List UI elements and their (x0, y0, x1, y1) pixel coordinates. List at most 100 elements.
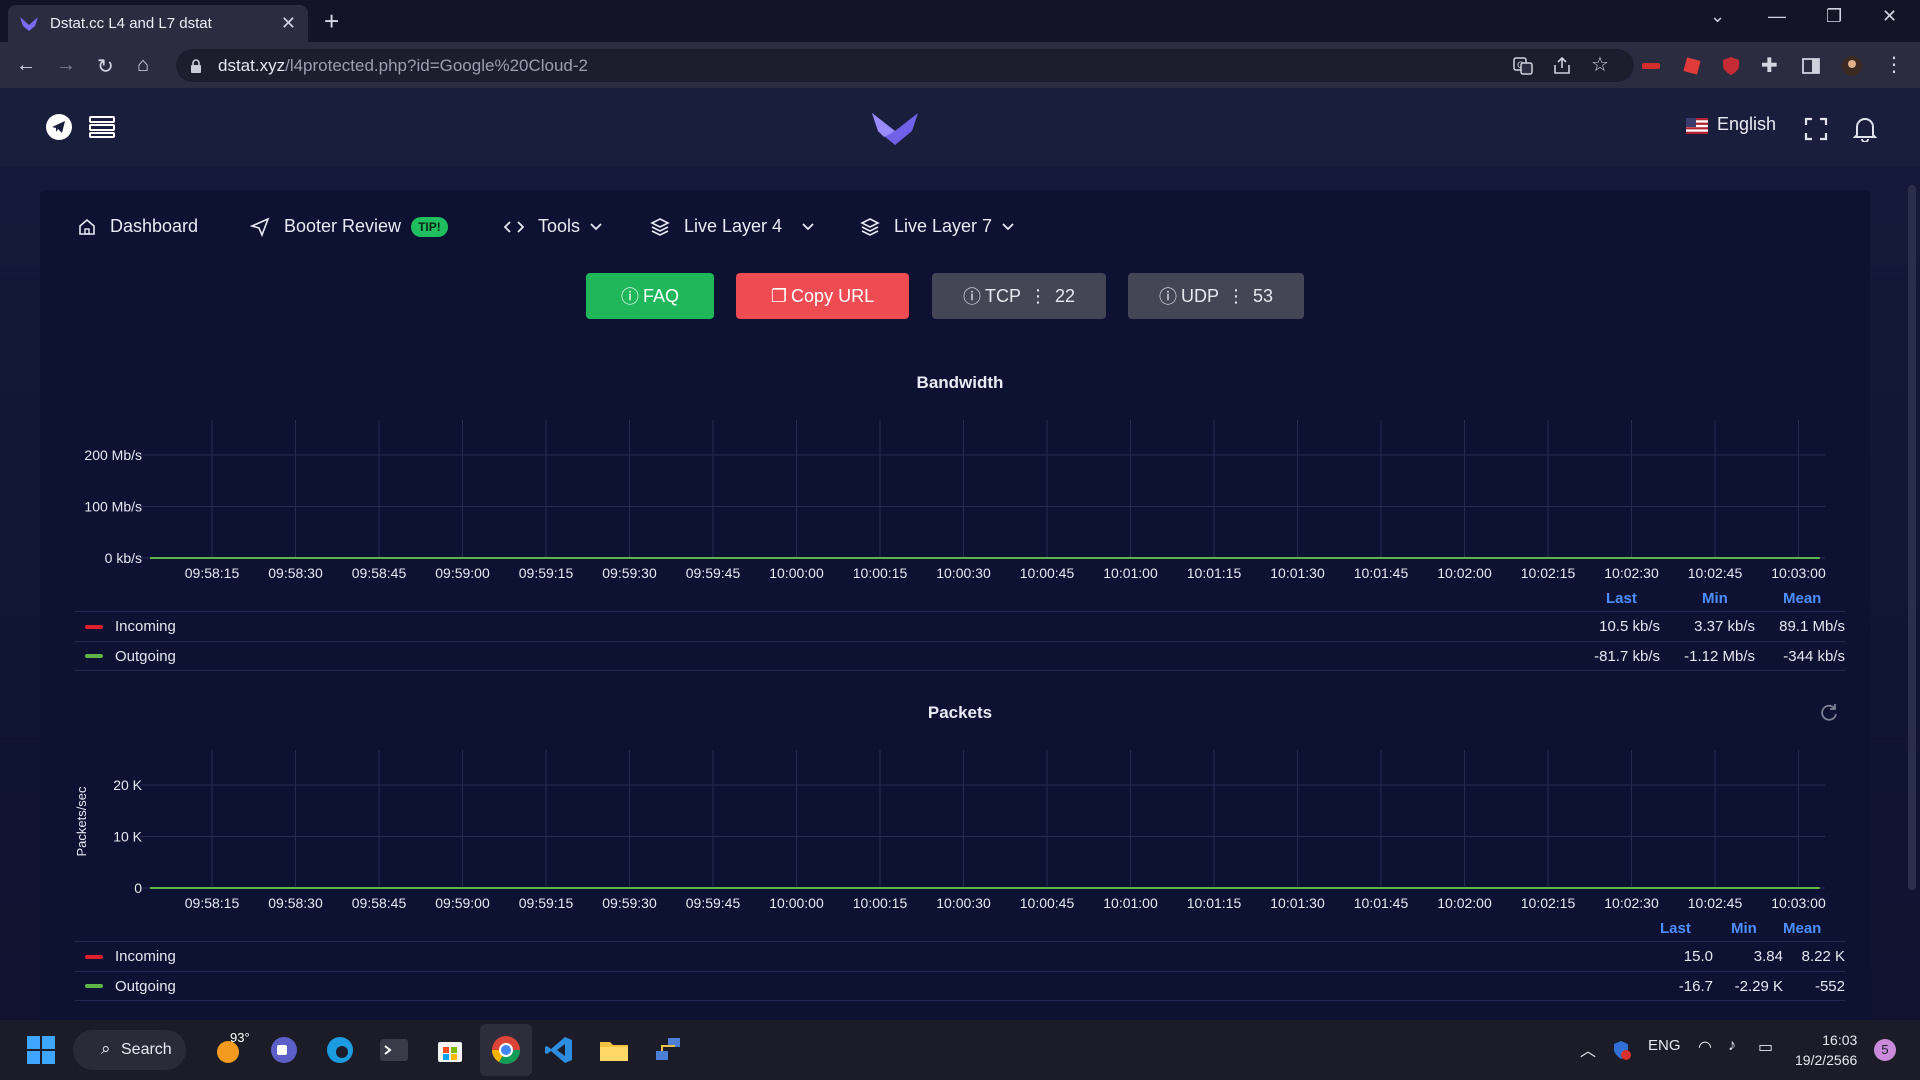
extension-red-icon[interactable] (1640, 55, 1662, 77)
tab-search-chevron-icon[interactable]: ⌄ (1710, 6, 1725, 27)
profile-avatar-icon[interactable] (1841, 55, 1863, 77)
x-tick-label: 10:01:00 (1103, 895, 1158, 911)
file-explorer-icon[interactable] (598, 1034, 630, 1066)
x-tick-label: 09:59:15 (519, 895, 574, 911)
home-icon (79, 218, 95, 235)
input-language[interactable]: ENG (1648, 1037, 1681, 1054)
notification-count-badge[interactable]: 5 (1874, 1039, 1896, 1061)
wifi-icon[interactable]: ◠ (1698, 1037, 1712, 1057)
minimize-icon[interactable]: — (1768, 6, 1786, 27)
terminal-icon[interactable] (378, 1034, 410, 1066)
x-tick-label: 09:58:30 (268, 565, 323, 581)
tray-chevron-icon[interactable]: ︿ (1580, 1037, 1596, 1061)
bookmark-star-icon[interactable]: ☆ (1591, 52, 1609, 77)
mean-value: 89.1 Mb/s (1779, 618, 1845, 635)
tcp-count: 22 (1054, 285, 1076, 306)
extension-shield-icon[interactable] (1720, 55, 1742, 77)
windows-start-icon[interactable] (25, 1034, 57, 1066)
new-tab-icon[interactable]: + (324, 6, 339, 37)
vscode-icon[interactable] (543, 1034, 575, 1066)
network-app-icon[interactable] (652, 1034, 684, 1066)
taskbar-clock[interactable]: 16:03 19/2/2566 (1795, 1030, 1857, 1070)
y-tick-label: 20 K (113, 777, 142, 793)
x-tick-label: 10:01:45 (1354, 565, 1409, 581)
outgoing-swatch (85, 654, 103, 658)
battery-icon[interactable]: ▭ (1758, 1037, 1773, 1057)
x-tick-label: 10:02:00 (1437, 565, 1492, 581)
close-window-icon[interactable]: ✕ (1882, 6, 1897, 27)
y-tick-label: 10 K (113, 829, 142, 845)
extension-roblox-icon[interactable] (1681, 55, 1703, 77)
last-value: -81.7 kb/s (1594, 647, 1660, 665)
chevron-down-icon (802, 222, 814, 230)
forward-icon[interactable]: → (56, 54, 76, 77)
min-value: 3.84 (1753, 948, 1783, 965)
site-logo-icon[interactable] (872, 111, 918, 145)
info-icon: ⓘ (1158, 287, 1177, 307)
min-value: -2.29 K (1734, 977, 1783, 995)
x-tick-label: 09:58:15 (185, 565, 240, 581)
tcp-count-button[interactable]: ⓘ TCP ⋮ 22 (932, 273, 1106, 319)
kebab-icon: ⋮ (1028, 285, 1047, 306)
lock-icon (191, 58, 201, 73)
teams-icon[interactable] (268, 1034, 300, 1066)
restore-icon[interactable]: ❐ (1826, 6, 1842, 27)
microsoft-store-icon[interactable] (434, 1034, 466, 1066)
site-favicon-icon (20, 16, 38, 31)
reload-icon[interactable]: ↻ (97, 54, 114, 79)
x-tick-label: 10:02:00 (1437, 895, 1492, 911)
chrome-menu-icon[interactable]: ⋮ (1884, 52, 1904, 77)
copy-url-button[interactable]: ❐ Copy URL (736, 273, 909, 319)
security-shield-icon[interactable] (1610, 1039, 1632, 1061)
x-tick-label: 10:03:00 (1771, 895, 1826, 911)
notification-bell-icon[interactable] (1853, 116, 1877, 142)
clock-time: 16:03 (1822, 1032, 1858, 1048)
refresh-icon[interactable] (1819, 702, 1839, 722)
server-list-icon[interactable] (89, 116, 115, 138)
taskbar-search[interactable]: ⌕ Search (73, 1030, 186, 1070)
bandwidth-legend-outgoing[interactable]: Outgoing -81.7 kb/s -1.12 Mb/s -344 kb/s (75, 641, 1845, 671)
x-tick-label: 10:00:00 (769, 565, 824, 581)
faq-button[interactable]: ⓘ FAQ (586, 273, 714, 319)
x-tick-label: 09:59:30 (602, 565, 657, 581)
last-value: 15.0 (1683, 948, 1713, 965)
volume-icon[interactable]: ♪ (1728, 1037, 1736, 1055)
tab-close-icon[interactable]: ✕ (281, 13, 296, 34)
last-value: -16.7 (1678, 977, 1713, 995)
x-tick-label: 10:00:00 (769, 895, 824, 911)
edge-icon[interactable] (324, 1034, 356, 1066)
fullscreen-icon[interactable] (1804, 117, 1828, 141)
x-tick-label: 10:02:15 (1521, 565, 1576, 581)
taskbar-search-label: Search (121, 1041, 172, 1058)
address-bar[interactable]: dstat.xyz/l4protected.php?id=Google%20Cl… (176, 49, 1634, 82)
nav-live-layer-7[interactable]: Live Layer 7 (860, 216, 1028, 237)
outgoing-swatch (85, 984, 103, 988)
bandwidth-legend-incoming[interactable]: Incoming 10.5 kb/s 3.37 kb/s 89.1 Mb/s (75, 611, 1845, 641)
x-tick-label: 10:00:45 (1020, 895, 1075, 911)
language-selector[interactable]: English (1717, 114, 1776, 135)
side-panel-icon[interactable] (1800, 55, 1822, 77)
share-icon[interactable] (1551, 55, 1573, 77)
packets-legend-incoming[interactable]: Incoming 15.0 3.84 8.22 K (75, 941, 1845, 971)
nav-booter-review[interactable]: Booter Review TIP! (250, 216, 448, 237)
layers-icon (860, 217, 880, 236)
chrome-icon[interactable] (490, 1034, 522, 1066)
back-icon[interactable]: ← (16, 54, 36, 77)
home-icon[interactable]: ⌂ (137, 54, 149, 77)
telegram-icon[interactable] (46, 114, 72, 140)
legend-label: Outgoing (115, 977, 176, 995)
url-path: /l4protected.php?id=Google%20Cloud-2 (285, 55, 589, 75)
page-scrollbar[interactable] (1908, 185, 1916, 890)
translate-icon[interactable]: G (1512, 55, 1534, 77)
nav-live-layer-4[interactable]: Live Layer 4 (650, 216, 828, 237)
mean-value: -552 (1814, 977, 1845, 995)
nav-dashboard[interactable]: Dashboard (78, 216, 198, 237)
incoming-swatch (85, 624, 103, 629)
nav-tools[interactable]: Tools (504, 216, 616, 237)
weather-temp: 93° (230, 1030, 250, 1045)
extensions-puzzle-icon[interactable]: ✚ (1761, 53, 1778, 78)
nav-dashboard-label: Dashboard (110, 216, 199, 236)
packets-legend-outgoing[interactable]: Outgoing -16.7 -2.29 K -552 (75, 971, 1845, 1001)
udp-count-button[interactable]: ⓘ UDP ⋮ 53 (1128, 273, 1304, 319)
browser-tab-active[interactable]: Dstat.cc L4 and L7 dstat ✕ (8, 5, 308, 42)
